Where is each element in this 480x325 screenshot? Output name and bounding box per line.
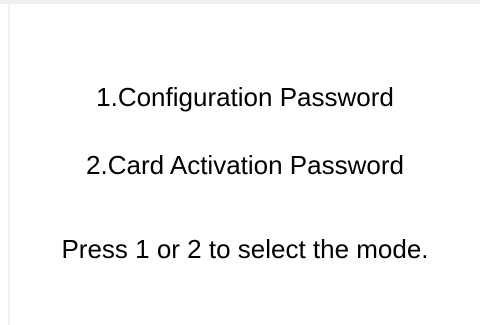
selection-instruction: Press 1 or 2 to select the mode. bbox=[61, 234, 429, 264]
option-card-activation-password[interactable]: 2.Card Activation Password bbox=[10, 150, 480, 180]
password-mode-screen: 1.Configuration Password 2.Card Activati… bbox=[0, 0, 480, 325]
top-border bbox=[0, 0, 480, 4]
option-configuration-password[interactable]: 1.Configuration Password bbox=[10, 82, 480, 112]
